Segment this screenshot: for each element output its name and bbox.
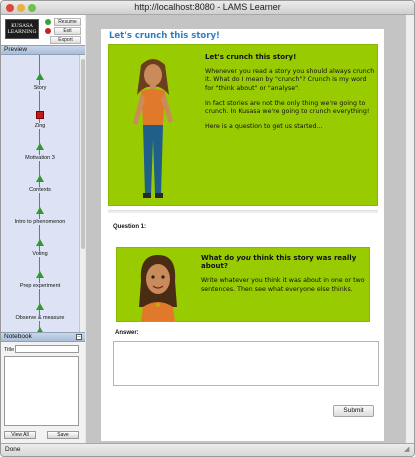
character-illustration bbox=[133, 59, 173, 198]
resume-button[interactable]: Resume bbox=[45, 18, 81, 26]
question-heading-part-1: What do bbox=[201, 254, 237, 262]
resume-label: Resume bbox=[54, 18, 81, 26]
section-divider bbox=[108, 210, 378, 213]
triangle-marker-icon bbox=[36, 239, 44, 246]
notebook-title-input[interactable] bbox=[15, 345, 79, 353]
logo-line-2: LEARNING bbox=[7, 29, 37, 35]
page-title: Let's crunch this story! bbox=[109, 31, 220, 41]
intro-text: Let's crunch this story! Whenever you re… bbox=[205, 53, 375, 138]
activity-track: Story Zing Motivation 3 Contexts Intro t… bbox=[1, 55, 79, 332]
intro-paragraph-2: In fact stories are not the only thing w… bbox=[205, 99, 370, 116]
triangle-marker-icon bbox=[36, 175, 44, 182]
window-title: http://localhost:8080 - LAMS Learner bbox=[134, 2, 281, 12]
activity-label: Motivation 3 bbox=[24, 155, 56, 161]
activity-label: Intro to phenomenon bbox=[13, 219, 67, 225]
resize-grip-icon[interactable]: ◢ bbox=[404, 446, 412, 454]
question-body: Write whatever you think it was about in… bbox=[201, 277, 365, 293]
sequence-line bbox=[39, 55, 40, 332]
export-label: Export bbox=[50, 36, 81, 44]
notebook-panel: Title View All Save bbox=[1, 342, 85, 443]
browser-window: http://localhost:8080 - LAMS Learner KUS… bbox=[0, 0, 415, 457]
question-text: What do you think this story was really … bbox=[201, 254, 367, 301]
sequence-preview: Story Zing Motivation 3 Contexts Intro t… bbox=[1, 55, 85, 332]
main-scrollbar[interactable] bbox=[405, 15, 414, 443]
notebook-title: Notebook bbox=[4, 333, 32, 340]
answer-label: Answer: bbox=[115, 330, 139, 336]
exit-button[interactable]: Exit bbox=[45, 27, 81, 35]
kusasa-logo: KUSASA LEARNING bbox=[5, 19, 39, 39]
triangle-marker-icon bbox=[36, 73, 44, 80]
activity-label: Observe & measure bbox=[14, 315, 66, 321]
activity-label: Contexts bbox=[28, 187, 52, 193]
notebook-header: Notebook – bbox=[1, 332, 85, 342]
intro-heading: Let's crunch this story! bbox=[205, 53, 297, 61]
status-text: Done bbox=[5, 446, 21, 453]
preview-scrollbar[interactable] bbox=[79, 55, 85, 332]
exit-label: Exit bbox=[54, 27, 81, 35]
exit-icon bbox=[45, 28, 51, 34]
character-portrait bbox=[139, 255, 177, 321]
submit-button[interactable]: Submit bbox=[333, 405, 374, 417]
activity-label: Prep experiment bbox=[18, 283, 62, 289]
save-button[interactable]: Save bbox=[47, 431, 79, 439]
preview-scroll-thumb[interactable] bbox=[81, 59, 85, 249]
activity-label: Zing bbox=[33, 123, 47, 129]
activity-content: Let's crunch this story! Let's crunch th… bbox=[101, 29, 384, 441]
window-titlebar: http://localhost:8080 - LAMS Learner bbox=[1, 1, 414, 15]
intro-card: Let's crunch this story! Whenever you re… bbox=[108, 44, 378, 206]
export-button[interactable]: Export bbox=[50, 36, 81, 44]
notebook-entry-textarea[interactable] bbox=[4, 356, 79, 426]
triangle-marker-icon bbox=[36, 303, 44, 310]
activity-label: Voting bbox=[31, 251, 49, 257]
question-heading: What do you think this story was really … bbox=[201, 254, 367, 270]
resume-icon bbox=[45, 19, 51, 25]
logo-area: KUSASA LEARNING Resume Exit Export bbox=[1, 15, 85, 45]
triangle-marker-icon bbox=[36, 207, 44, 214]
learner-sidebar: KUSASA LEARNING Resume Exit Export Previ… bbox=[1, 15, 85, 443]
question-number-label: Question 1: bbox=[113, 224, 147, 230]
notebook-title-label: Title bbox=[4, 347, 15, 353]
triangle-marker-icon bbox=[36, 143, 44, 150]
question-card: What do you think this story was really … bbox=[116, 247, 370, 322]
triangle-marker-icon bbox=[36, 271, 44, 278]
status-bar: Done ◢ bbox=[1, 443, 414, 456]
intro-paragraph-3: Here is a question to get us started... bbox=[205, 123, 323, 131]
activity-label: Story bbox=[32, 85, 48, 91]
answer-textarea[interactable] bbox=[113, 341, 379, 386]
preview-header: Preview bbox=[1, 45, 85, 55]
intro-paragraph-1: Whenever you read a story you should alw… bbox=[205, 68, 375, 92]
main-area: Let's crunch this story! Let's crunch th… bbox=[86, 15, 414, 443]
collapse-icon[interactable]: – bbox=[76, 334, 82, 340]
question-heading-emphasis: you bbox=[236, 254, 251, 262]
view-all-button[interactable]: View All bbox=[4, 431, 36, 439]
stop-marker-icon bbox=[36, 111, 44, 119]
